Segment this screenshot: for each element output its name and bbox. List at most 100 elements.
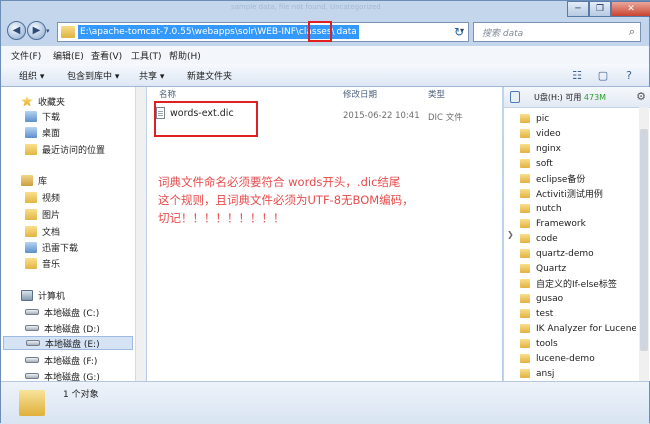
share-button[interactable]: 共享 ▾: [139, 69, 164, 82]
usb-folder-item[interactable]: ansj: [520, 366, 636, 381]
folder-icon: [520, 279, 530, 288]
nav-library-label: 库: [38, 176, 48, 187]
back-button[interactable]: ◀: [7, 21, 26, 40]
refresh-button[interactable]: ↻: [450, 23, 468, 40]
usb-folder-label: code: [536, 233, 558, 244]
nav-drive-d[interactable]: 本地磁盘 (D:): [25, 321, 100, 335]
address-bar[interactable]: E:\apache-tomcat-7.0.55\webapps\solr\WEB…: [57, 22, 469, 42]
close-button[interactable]: ✕: [611, 1, 650, 17]
usb-folder-label: tools: [536, 338, 558, 349]
usb-drive-label: U盘(H:) 可用 473M: [534, 92, 606, 103]
usb-folder-item[interactable]: 自定义的If-else标签: [520, 276, 636, 291]
documents-icon: [25, 225, 37, 237]
usb-folder-item[interactable]: soft: [520, 156, 636, 171]
file-type: DIC 文件: [428, 113, 463, 123]
nav-documents-label: 文档: [42, 227, 61, 238]
collapse-arrow-icon[interactable]: ❯: [507, 230, 514, 239]
nav-favorites[interactable]: 收藏夹: [21, 94, 65, 108]
new-folder-button[interactable]: 新建文件夹: [187, 69, 232, 82]
nav-favorites-label: 收藏夹: [38, 97, 66, 108]
folder-icon: [19, 390, 45, 416]
usb-folder-item[interactable]: gusao: [520, 291, 636, 306]
usb-folder-label: Quartz: [536, 263, 567, 274]
maximize-button[interactable]: ❐: [589, 1, 611, 17]
search-icon[interactable]: ⌕: [629, 25, 635, 39]
nav-drive-g[interactable]: 本地磁盘 (G:): [25, 369, 100, 381]
address-path-main: E:\apache-tomcat-7.0.55\webapps\solr\WEB…: [80, 27, 335, 37]
usb-folder-item[interactable]: video: [520, 126, 636, 141]
usb-scrollbar[interactable]: [639, 107, 649, 381]
recent-places-icon: [25, 143, 37, 155]
scrollbar-thumb[interactable]: [640, 129, 648, 351]
include-in-library-button[interactable]: 包含到库中 ▾: [67, 69, 119, 82]
usb-folder-label: soft: [536, 158, 553, 169]
nav-downloads[interactable]: 下载: [25, 109, 60, 123]
usb-folder-item[interactable]: nginx: [520, 141, 636, 156]
organize-button[interactable]: 组织 ▾: [19, 69, 44, 82]
menu-edit[interactable]: 编辑(E): [53, 49, 84, 62]
nav-scrollbar[interactable]: [136, 87, 146, 381]
preview-pane-icon[interactable]: ▢: [595, 67, 611, 83]
gear-icon[interactable]: ⚙: [636, 90, 646, 103]
computer-icon: [21, 289, 33, 301]
usb-folder-item[interactable]: pic: [520, 111, 636, 126]
menu-file[interactable]: 文件(F): [11, 49, 41, 62]
usb-folder-item[interactable]: quartz-demo: [520, 246, 636, 261]
usb-drive-name: U盘(H:) 可用: [534, 93, 582, 102]
star-icon: [21, 95, 33, 107]
nav-documents[interactable]: 文档: [25, 224, 60, 238]
menu-help[interactable]: 帮助(H): [169, 49, 201, 62]
usb-folder-label: nginx: [536, 143, 561, 154]
nav-music[interactable]: 音乐: [25, 256, 60, 270]
usb-folder-item[interactable]: code: [520, 231, 636, 246]
folder-icon: [520, 369, 530, 378]
window-controls: ─ ❐ ✕: [567, 1, 650, 17]
usb-folder-label: pic: [536, 113, 550, 124]
usb-folder-item[interactable]: tools: [520, 336, 636, 351]
nav-drive-e-label: 本地磁盘 (E:): [45, 339, 100, 350]
usb-folder-item[interactable]: Framework: [520, 216, 636, 231]
drive-icon: [25, 357, 39, 363]
nav-library[interactable]: 库: [21, 173, 47, 187]
usb-free-space: 473M: [583, 93, 607, 102]
nav-drive-c[interactable]: 本地磁盘 (C:): [25, 305, 99, 319]
nav-pictures[interactable]: 图片: [25, 207, 60, 221]
nav-drive-f[interactable]: 本地磁盘 (F:): [25, 353, 97, 367]
nav-videos[interactable]: 视频: [25, 190, 60, 204]
nav-drive-e[interactable]: 本地磁盘 (E:): [3, 336, 133, 350]
explorer-window: sample data, file not found, Uncategoriz…: [0, 0, 650, 424]
usb-folder-item[interactable]: lucene-demo: [520, 351, 636, 366]
nav-xunlei[interactable]: 迅雷下载: [25, 240, 78, 254]
drive-icon: [26, 340, 40, 346]
nav-recent[interactable]: 最近访问的位置: [25, 142, 105, 156]
forward-button[interactable]: ▶: [27, 21, 46, 40]
search-box[interactable]: 搜索 data ⌕: [473, 22, 641, 42]
nav-computer[interactable]: 计算机: [21, 288, 65, 302]
note-line-3: 切记！！！！！！！！！: [158, 211, 285, 225]
annotation-note: 词典文件命名必须要符合 words开头，.dic结尾 这个规则，且词典文件必须为…: [158, 173, 458, 227]
nav-drive-f-label: 本地磁盘 (F:): [44, 356, 98, 367]
nav-desktop[interactable]: 桌面: [25, 125, 60, 139]
downloads-icon: [25, 110, 37, 122]
usb-folder-item[interactable]: Quartz: [520, 261, 636, 276]
usb-drive-icon: [510, 91, 520, 103]
column-name[interactable]: 名称: [159, 88, 176, 100]
minimize-button[interactable]: ─: [567, 1, 589, 17]
usb-folder-label: gusao: [536, 293, 564, 304]
column-type[interactable]: 类型: [428, 88, 445, 100]
help-icon[interactable]: ?: [621, 67, 637, 83]
menu-view[interactable]: 查看(V): [91, 49, 122, 62]
item-count: 1 个对象: [63, 390, 99, 400]
desktop-icon: [25, 126, 37, 138]
nav-xunlei-label: 迅雷下载: [42, 243, 79, 254]
menu-tools[interactable]: 工具(T): [131, 49, 162, 62]
usb-folder-item[interactable]: eclipse备份: [520, 171, 636, 186]
usb-folder-item[interactable]: test: [520, 306, 636, 321]
column-modified[interactable]: 修改日期: [343, 88, 377, 100]
usb-drive-pane: U盘(H:) 可用 473M ⚙ ❯ pic video nginx soft ecli…: [503, 87, 650, 381]
usb-folder-item[interactable]: IK Analyzer for Lucene4.: [520, 321, 636, 336]
recent-pages-dropdown[interactable]: ▾: [46, 27, 54, 35]
view-options-icon[interactable]: ☷: [569, 67, 585, 83]
usb-folder-item[interactable]: Activiti测试用例: [520, 186, 636, 201]
usb-folder-item[interactable]: nutch: [520, 201, 636, 216]
